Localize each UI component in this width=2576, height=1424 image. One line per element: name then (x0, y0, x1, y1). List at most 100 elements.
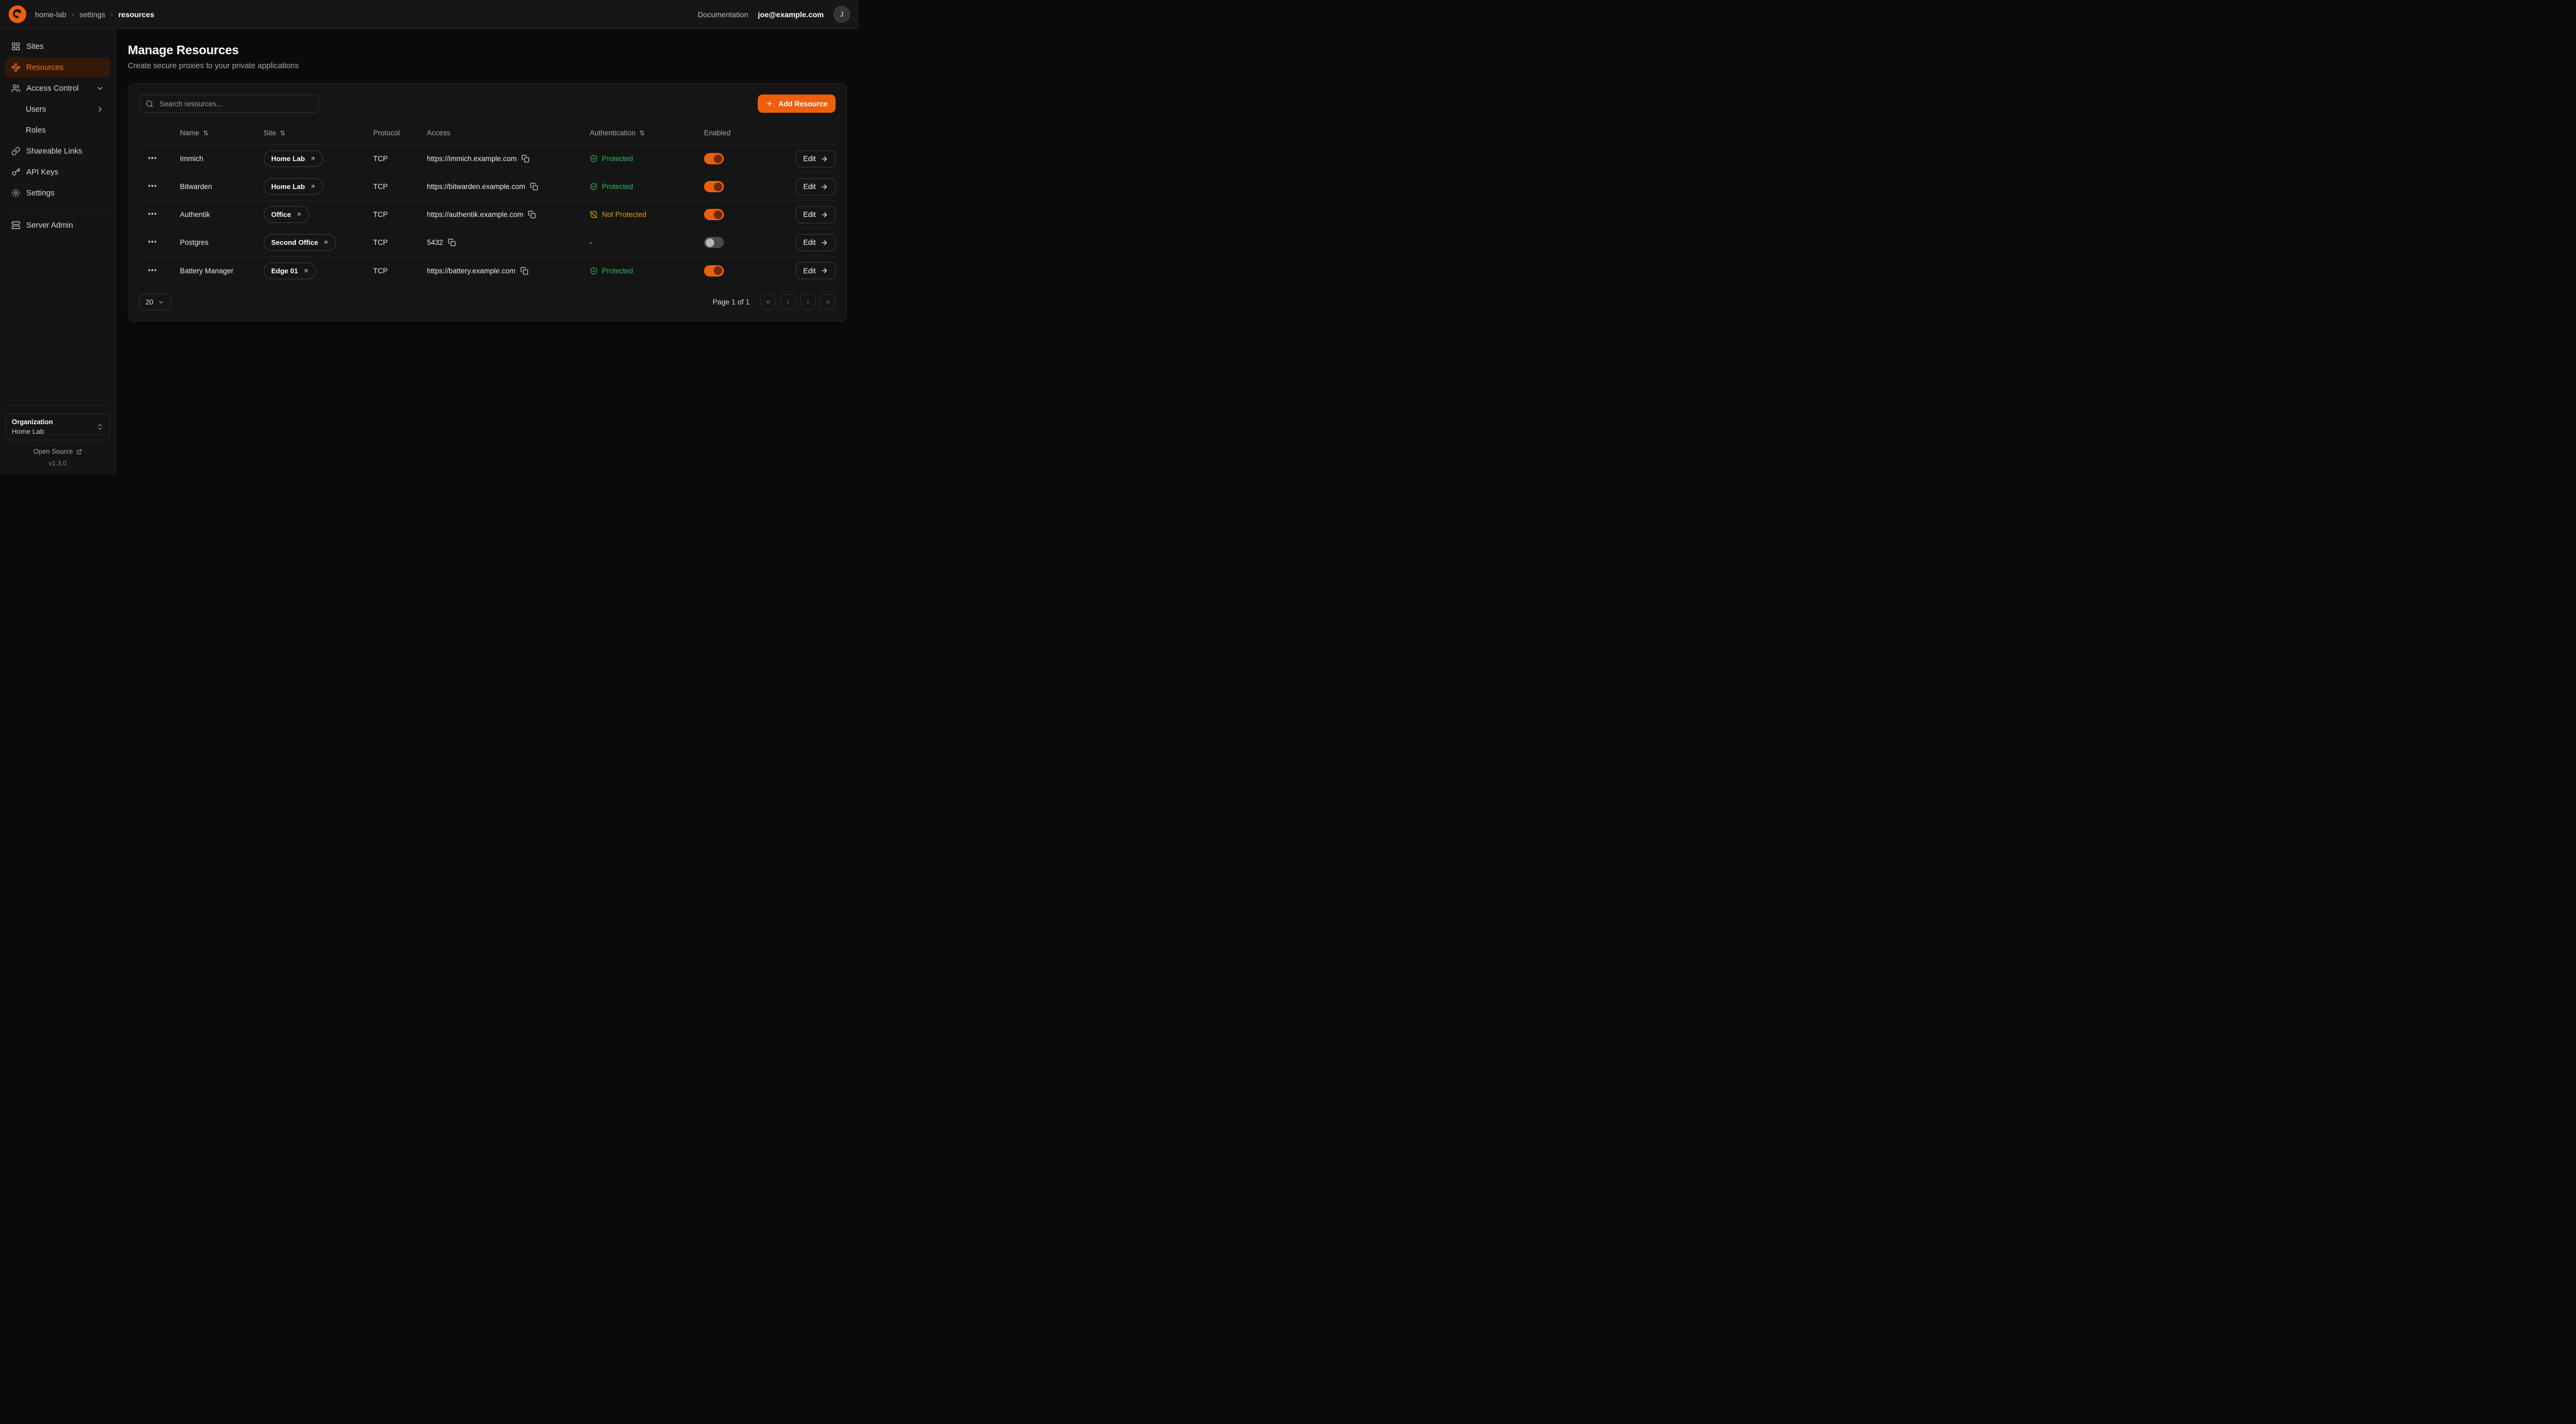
sidebar-item-roles[interactable]: Roles (5, 120, 110, 140)
shield-check-icon (590, 267, 598, 275)
sidebar-item-label: Sites (26, 42, 43, 51)
site-link[interactable]: Home Lab (264, 150, 323, 167)
organization-select[interactable]: Organization Home Lab (5, 413, 110, 440)
edit-button[interactable]: Edit (796, 234, 836, 251)
external-link-icon (76, 449, 82, 455)
breadcrumb-org[interactable]: home-lab (35, 10, 66, 19)
copy-button[interactable] (521, 155, 529, 163)
arrow-right-icon (821, 155, 828, 163)
avatar[interactable]: J (833, 6, 850, 23)
row-menu-button[interactable]: ⋯ (148, 266, 157, 275)
breadcrumb-settings[interactable]: settings (79, 10, 105, 19)
open-source-link[interactable]: Open Source (33, 448, 82, 455)
access-port: 5432 (427, 238, 443, 246)
column-header-protocol: Protocol (373, 129, 427, 137)
edit-label: Edit (803, 183, 816, 191)
sidebar-item-settings[interactable]: Settings (5, 183, 110, 203)
site-link-label: Office (271, 210, 291, 219)
auth-status-label: Protected (602, 267, 633, 275)
edit-label: Edit (803, 267, 816, 275)
version-label: v1.3.0 (49, 460, 67, 467)
key-icon (11, 168, 20, 177)
row-menu-button[interactable]: ⋯ (148, 238, 157, 247)
arrow-up-right-icon (323, 239, 329, 245)
resources-card: Add Resource Name⇅ Site⇅ Protocol Access… (128, 83, 847, 322)
copy-button[interactable] (530, 183, 538, 191)
enabled-toggle[interactable] (704, 153, 724, 164)
chevrons-up-down-icon (96, 423, 104, 431)
sidebar-item-access-control[interactable]: Access Control (5, 78, 110, 98)
edit-button[interactable]: Edit (796, 206, 836, 223)
sidebar-item-users[interactable]: Users (5, 99, 110, 119)
column-header-name[interactable]: Name⇅ (180, 129, 264, 137)
sidebar-item-sites[interactable]: Sites (5, 37, 110, 56)
toggle-knob (714, 266, 722, 275)
site-link[interactable]: Second Office (264, 234, 336, 251)
add-resource-button[interactable]: Add Resource (758, 95, 836, 113)
enabled-toggle[interactable] (704, 237, 724, 248)
enabled-toggle[interactable] (704, 181, 724, 192)
site-link[interactable]: Home Lab (264, 178, 323, 195)
auth-status: Not Protected (590, 210, 704, 219)
copy-icon (521, 155, 529, 163)
sidebar-item-label: API Keys (26, 168, 59, 177)
column-header-site[interactable]: Site⇅ (264, 129, 373, 137)
sidebar-item-resources[interactable]: Resources (5, 57, 110, 77)
protocol-value: TCP (373, 155, 427, 163)
edit-label: Edit (803, 155, 816, 163)
breadcrumb-current: resources (118, 10, 154, 19)
copy-button[interactable] (528, 210, 536, 219)
row-menu-button[interactable]: ⋯ (148, 182, 157, 191)
auth-status: Protected (590, 155, 704, 163)
next-page-button[interactable]: › (800, 294, 816, 310)
copy-button[interactable] (448, 238, 456, 246)
column-header-enabled: Enabled (704, 129, 779, 137)
chevron-down-icon (96, 84, 104, 92)
resource-name: Postgres (180, 238, 264, 246)
enabled-toggle[interactable] (704, 209, 724, 220)
copy-icon (448, 238, 456, 246)
page-size-select[interactable]: 20 (139, 294, 171, 310)
toggle-knob (714, 155, 722, 163)
search-icon (146, 100, 154, 108)
sidebar-item-server-admin[interactable]: Server Admin (5, 215, 110, 235)
site-link[interactable]: Edge 01 (264, 263, 316, 279)
site-link[interactable]: Office (264, 206, 309, 223)
pagination: Page 1 of 1 « ‹ › » (713, 294, 836, 310)
plus-icon (766, 100, 773, 107)
table-footer: 20 Page 1 of 1 « ‹ › » (139, 294, 836, 310)
column-header-authentication[interactable]: Authentication⇅ (590, 129, 704, 137)
auth-status-label: - (590, 238, 592, 246)
column-label: Access (427, 129, 451, 137)
documentation-link[interactable]: Documentation (698, 10, 748, 19)
user-email[interactable]: joe@example.com (758, 10, 824, 19)
access-url: https://authentik.example.com (427, 210, 523, 219)
sidebar-footer: Organization Home Lab Open Source v1.3.0 (5, 405, 110, 467)
row-menu-button[interactable]: ⋯ (148, 210, 157, 219)
edit-button[interactable]: Edit (796, 150, 836, 168)
site-link-label: Second Office (271, 238, 318, 246)
row-menu-button[interactable]: ⋯ (148, 154, 157, 163)
toggle-knob (706, 238, 714, 247)
app-logo-icon[interactable] (9, 5, 26, 23)
users-icon (11, 84, 20, 93)
page-indicator: Page 1 of 1 (713, 298, 750, 306)
edit-button[interactable]: Edit (796, 178, 836, 195)
sidebar-item-shareable-links[interactable]: Shareable Links (5, 141, 110, 161)
search-input[interactable] (158, 99, 313, 108)
column-label: Protocol (373, 129, 400, 137)
edit-label: Edit (803, 210, 816, 219)
copy-icon (530, 183, 538, 191)
previous-page-button[interactable]: ‹ (780, 294, 796, 310)
first-page-button[interactable]: « (760, 294, 776, 310)
copy-button[interactable] (520, 267, 528, 275)
sort-icon: ⇅ (203, 129, 208, 137)
edit-button[interactable]: Edit (796, 262, 836, 279)
enabled-toggle[interactable] (704, 265, 724, 277)
access-url: https://bitwarden.example.com (427, 183, 525, 191)
last-page-button[interactable]: » (820, 294, 836, 310)
main-content: Manage Resources Create secure proxies t… (116, 29, 859, 475)
sidebar-item-api-keys[interactable]: API Keys (5, 162, 110, 182)
page-subtitle: Create secure proxies to your private ap… (128, 62, 847, 70)
site-link-label: Home Lab (271, 155, 305, 163)
